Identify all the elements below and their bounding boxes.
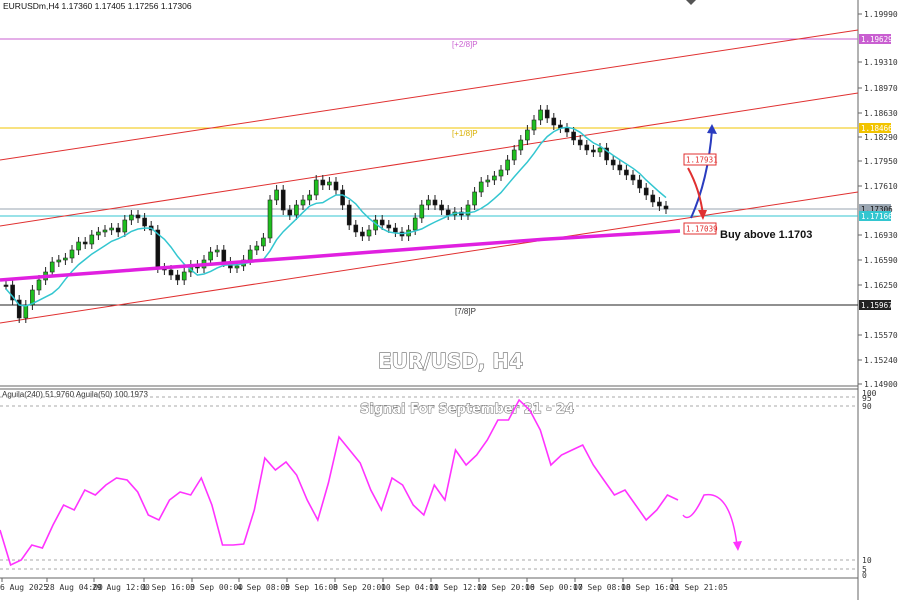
price-tick-label: 1.16590	[864, 256, 898, 265]
trading-chart: EURUSDm,H4 1.17360 1.17405 1.17256 1.173…	[0, 0, 900, 600]
time-tick-label: 6 Aug 2025	[0, 583, 48, 592]
price-tag-p18-text: 1.18466	[861, 124, 893, 133]
buy-signal-text: Buy above 1.1703	[720, 229, 812, 241]
price-tick-label: 1.15570	[864, 331, 898, 340]
time-tick-label: 3 Sep 00:00	[190, 583, 243, 592]
time-tick-label: 4 Sep 08:00	[237, 583, 290, 592]
price-tick-label: 1.19310	[864, 58, 898, 67]
signal-title: Signal For September 21 - 24	[360, 402, 574, 417]
price-tick-label: 1.16250	[864, 281, 898, 290]
price-tag-p78-text: 1.15967	[861, 301, 893, 310]
candle	[267, 195, 273, 243]
indicator-tick-label: 10	[862, 556, 872, 565]
price-tick-label: 1.16930	[864, 231, 898, 240]
support-price-text: 1.17039	[686, 225, 718, 234]
indicator-tick-label: 0	[862, 571, 867, 580]
price-tick-label: 1.15240	[864, 356, 898, 365]
price-tick-label: 1.14900	[864, 380, 898, 389]
time-tick-label: 5 Sep 16:00	[285, 583, 338, 592]
price-tag-p18: 1.18466	[859, 123, 893, 133]
target-price-tag: 1.17931	[683, 153, 718, 166]
level-plus-2-8-label: [+2/8]P	[452, 40, 478, 49]
target-price-text: 1.17931	[686, 156, 718, 165]
price-tag-p28: 1.19629	[859, 34, 893, 44]
time-tick-label: 1 Sep 16:00	[142, 583, 195, 592]
price-tag-p78: 1.15967	[859, 300, 893, 310]
chart-title: EUR/USD, H4	[378, 349, 523, 373]
price-tick-label: 1.17610	[864, 182, 898, 191]
indicator-header: Aguila(240) 51.9760 Aguila(50) 100.1973	[2, 390, 148, 399]
price-tick-label: 1.18290	[864, 133, 898, 142]
level-plus-1-8-label: [+1/8]P	[452, 129, 478, 138]
chart-background	[0, 0, 900, 600]
price-tick-label: 1.17950	[864, 157, 898, 166]
level-7-8-label: [7/8]P	[455, 307, 476, 316]
chart-header: EURUSDm,H4 1.17360 1.17405 1.17256 1.173…	[3, 1, 192, 11]
time-tick-label: 21 Sep 21:05	[670, 583, 728, 592]
price-tag-cyan: 1.17166	[859, 211, 893, 221]
time-tick-label: 8 Sep 20:00	[333, 583, 386, 592]
indicator-tick-label: 90	[862, 402, 872, 411]
price-tag-p28-text: 1.19629	[861, 35, 893, 44]
price-tick-label: 1.18630	[864, 109, 898, 118]
price-tag-cyan-text: 1.17166	[861, 212, 893, 221]
price-tick-label: 1.18970	[864, 84, 898, 93]
price-tick-label: 1.19990	[864, 10, 898, 19]
support-price-tag: 1.17039	[683, 222, 718, 235]
